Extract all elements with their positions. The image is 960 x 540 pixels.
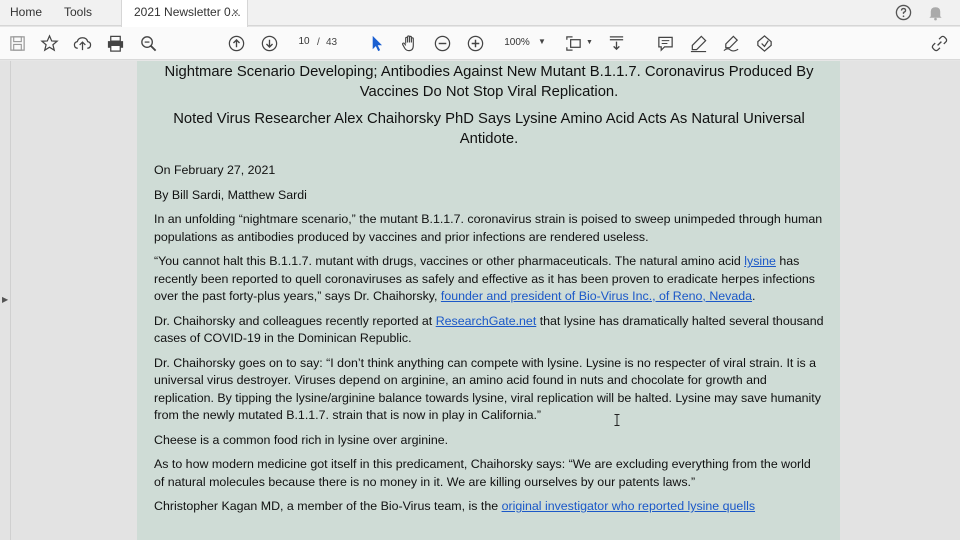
document-page: Nightmare Scenario Developing; Antibodie…	[137, 61, 840, 540]
article-paragraph-3: Dr. Chaihorsky and colleagues recently r…	[154, 313, 824, 348]
zoom-search-icon[interactable]	[139, 34, 158, 53]
chevron-right-icon[interactable]: ▶	[2, 295, 8, 304]
chevron-down-icon[interactable]: ▼	[586, 39, 593, 46]
highlight-pen-icon[interactable]	[689, 34, 708, 53]
article-subheadline: Noted Virus Researcher Alex Chaihorsky P…	[173, 111, 805, 147]
page-total: 43	[326, 37, 338, 48]
article-byline: By Bill Sardi, Matthew Sardi	[154, 187, 307, 202]
article-paragraph-5: Cheese is a common food rich in lysine o…	[154, 432, 449, 447]
page-number-input[interactable]: 10	[291, 36, 317, 51]
article-paragraph-2: “You cannot halt this B.1.1.7. mutant wi…	[154, 253, 824, 306]
page-down-icon[interactable]	[260, 34, 279, 53]
researchgate-link[interactable]: ResearchGate.net	[436, 314, 537, 328]
sign-icon[interactable]	[722, 34, 741, 53]
scroll-mode-icon[interactable]	[607, 34, 626, 53]
article-paragraph-7: Christopher Kagan MD, a member of the Bi…	[154, 498, 824, 516]
article-paragraph-1: In an unfolding “nightmare scenario,” th…	[154, 212, 823, 244]
upload-icon[interactable]	[73, 34, 92, 53]
close-tab-button[interactable]: ×	[232, 0, 239, 25]
paragraph-text: Dr. Chaihorsky and colleagues recently r…	[154, 313, 436, 328]
tab-bar: Home Tools 2021 Newsletter 0... ×	[0, 0, 960, 27]
comment-icon[interactable]	[656, 34, 675, 53]
zoom-in-icon[interactable]	[466, 34, 485, 53]
page-up-icon[interactable]	[227, 34, 246, 53]
paragraph-text: “You cannot halt this B.1.1.7. mutant wi…	[154, 254, 745, 268]
print-icon[interactable]	[106, 34, 125, 53]
toolbar: 10 / 43 100% ▼ ▼	[0, 27, 960, 60]
save-icon[interactable]	[8, 34, 27, 53]
left-panel-toggle[interactable]: ▶	[0, 61, 11, 540]
paragraph-text: Christopher Kagan MD, a member of the Bi…	[154, 499, 502, 513]
select-cursor-icon[interactable]	[367, 34, 386, 53]
article-date: On February 27, 2021	[154, 163, 276, 177]
original-investigator-link[interactable]: original investigator who reported lysin…	[502, 499, 755, 513]
fill-sign-icon[interactable]	[755, 34, 774, 53]
article-paragraph-4: Dr. Chaihorsky goes on to say: “I don’t …	[154, 355, 821, 423]
tab-tools[interactable]: Tools	[64, 0, 92, 26]
document-viewport[interactable]: ▶ Nightmare Scenario Developing; Antibod…	[0, 61, 960, 540]
fit-page-icon[interactable]	[564, 34, 583, 53]
tab-document-label: 2021 Newsletter 0...	[134, 5, 241, 19]
article-paragraph-6: As to how modern medicine got itself in …	[154, 457, 811, 489]
tab-document[interactable]: 2021 Newsletter 0... ×	[121, 0, 248, 27]
page-separator: /	[317, 37, 320, 48]
zoom-level-select[interactable]: 100%	[496, 37, 538, 48]
help-icon[interactable]	[895, 4, 912, 21]
zoom-out-icon[interactable]	[433, 34, 452, 53]
bell-icon[interactable]	[927, 4, 944, 21]
paragraph-text: .	[752, 289, 756, 303]
share-link-icon[interactable]	[930, 34, 949, 53]
bio-virus-link[interactable]: founder and president of Bio-Virus Inc.,…	[441, 289, 752, 303]
article-headline: Nightmare Scenario Developing; Antibodie…	[164, 64, 814, 100]
hand-icon[interactable]	[400, 34, 419, 53]
text-cursor-icon	[614, 414, 620, 426]
lysine-link[interactable]: lysine	[744, 254, 776, 268]
tab-home[interactable]: Home	[10, 0, 42, 26]
bookmark-star-icon[interactable]	[40, 34, 59, 53]
chevron-down-icon[interactable]: ▼	[538, 37, 546, 46]
